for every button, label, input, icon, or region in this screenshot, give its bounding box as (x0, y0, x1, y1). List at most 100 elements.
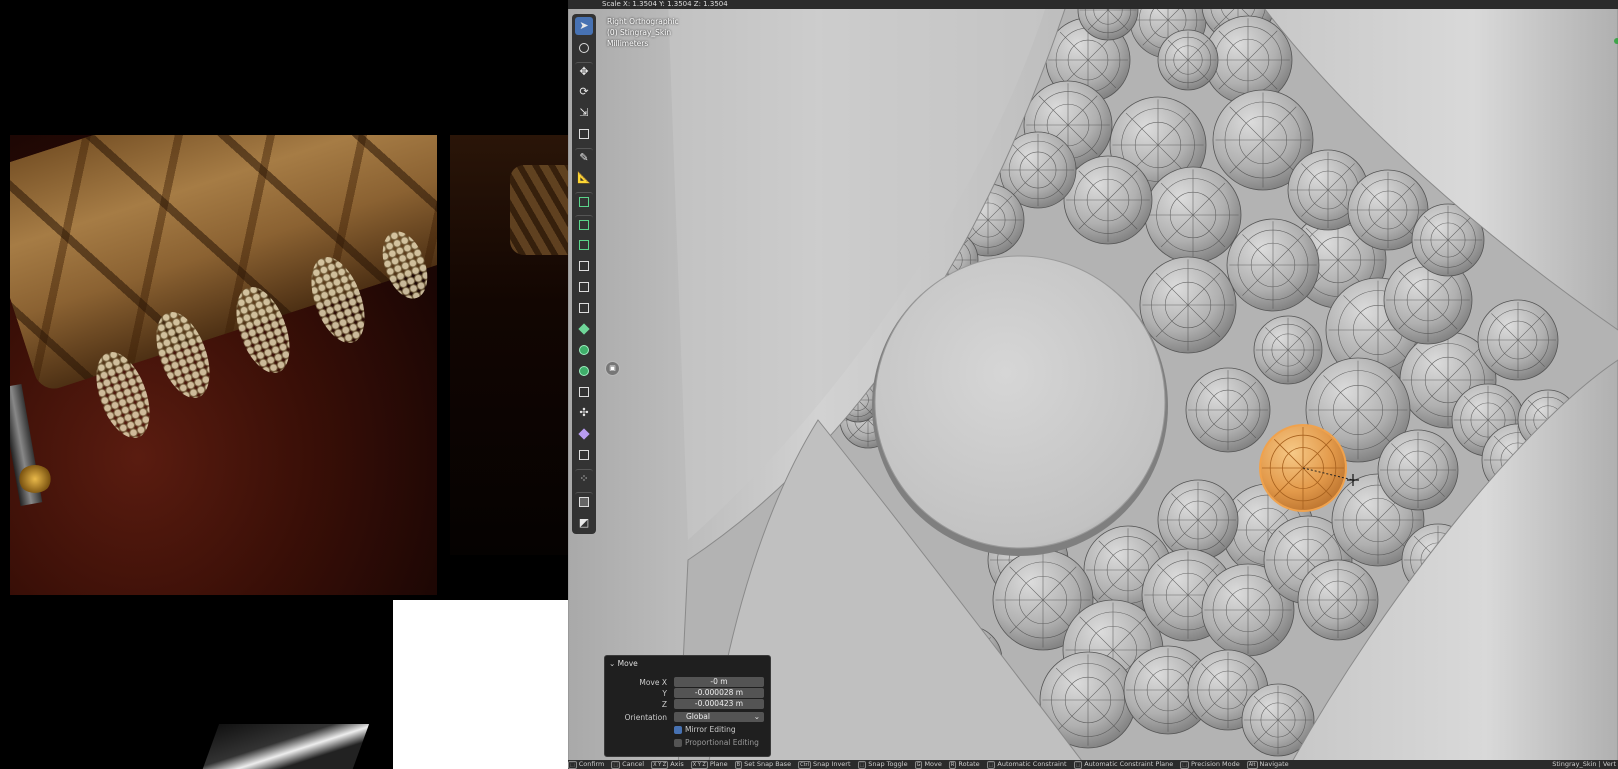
status-hint-label: Snap Toggle (868, 760, 908, 768)
status-hint-label: Set Snap Base (744, 760, 792, 768)
spin-tool-icon[interactable] (575, 341, 593, 359)
blank-reference-area (393, 600, 568, 769)
select-box-tool-icon[interactable]: ➤ (575, 17, 593, 35)
key-hint-icon: Alt (1246, 761, 1258, 769)
status-hint-label: Move (924, 760, 942, 768)
reference-image-panel (0, 0, 568, 769)
to-sphere-tool-icon[interactable]: ⁘ (575, 469, 593, 488)
orientation-row: Orientation Global ⌄ (605, 712, 770, 723)
reference-photo-blade (200, 724, 370, 769)
move-y-field[interactable]: -0.000028 m (674, 688, 764, 698)
move-panel-title[interactable]: ⌄ Move (609, 659, 638, 668)
status-hint: R Rotate (948, 760, 980, 769)
status-hint-label: Automatic Constraint (997, 760, 1067, 768)
menuki-ornament-image (18, 465, 52, 493)
status-hint: B Set Snap Base (734, 760, 792, 769)
central-disc[interactable] (874, 255, 1166, 549)
unit-system: Millimeters (607, 39, 649, 48)
move-z-label: Z (661, 700, 667, 709)
secondary-wrap-image (510, 165, 568, 255)
status-hint: ⬚ Snap Toggle (857, 760, 908, 769)
status-hint-label: Snap Invert (812, 760, 851, 768)
bead-wireframe (1142, 259, 1233, 350)
move-tool-icon[interactable]: ✥ (575, 62, 593, 81)
status-hint: Alt Navigate (1246, 760, 1289, 769)
key-hint-icon: ⬚ (568, 761, 577, 769)
edit-tool-icon[interactable]: ◩ (575, 514, 593, 532)
cursor-tool-icon[interactable] (575, 39, 593, 57)
annotate-tool-icon[interactable]: ✎ (575, 148, 593, 167)
bead-wireframe (1160, 482, 1236, 558)
move-x-field[interactable]: -0 m (674, 677, 764, 687)
orientation-dropdown[interactable]: Global ⌄ (674, 712, 764, 722)
proportional-editing-label: Proportional Editing (685, 738, 759, 747)
status-hint: ⬚ Confirm (568, 760, 605, 769)
status-hint: ⬚ Cancel (611, 760, 645, 769)
key-hint-icon: ⬚ (986, 761, 996, 769)
extrude-tool-icon[interactable] (575, 215, 593, 234)
key-hint-icon: ⬚ (1180, 761, 1189, 769)
knife-tool-icon[interactable] (575, 299, 593, 317)
inset-tool-icon[interactable] (575, 236, 593, 254)
reference-photo-katana-handle (10, 135, 437, 595)
move-operator-panel[interactable]: ⌄ Move Move X -0 m Y -0.000028 m Z -0.00… (604, 655, 771, 757)
key-hint-icon: ⬚ (1073, 761, 1083, 769)
key-hint-icon: X Y Z (690, 761, 708, 769)
status-hint-label: Cancel (622, 760, 645, 768)
gizmo-toggle-icon[interactable]: ▣ (605, 361, 620, 376)
status-hint-label: Rotate (958, 760, 980, 768)
mirror-editing-label: Mirror Editing (685, 725, 736, 734)
status-hints: ⬚ Confirm ⬚ Cancel X Y Z Axis X Y Z Plane B Set S… (568, 760, 1296, 769)
status-hint: Ctrl Snap Invert (798, 760, 851, 769)
move-y-row: Y -0.000028 m (605, 688, 770, 699)
randomize-tool-icon[interactable] (575, 492, 593, 511)
tool-shelf: ➤ ✥ ⟳ ⇲ ✎ 📐 ✣ ⁘ ◩ (572, 14, 596, 534)
transform-readout: Scale X: 1.3504 Y: 1.3504 Z: 1.3504 (602, 0, 728, 8)
navigation-gizmo-dot[interactable] (1614, 38, 1618, 44)
reference-photo-secondary (450, 135, 568, 555)
bead-wireframe (1147, 169, 1238, 260)
proportional-editing-checkbox[interactable] (674, 739, 682, 747)
status-hint: ⬚ Precision Mode (1180, 760, 1240, 769)
3d-viewport[interactable]: Scale X: 1.3504 Y: 1.3504 Z: 1.3504 Righ… (568, 0, 1618, 769)
move-y-label: Y (662, 689, 667, 698)
move-x-row: Move X -0 m (605, 677, 770, 688)
loop-cut-tool-icon[interactable] (575, 278, 593, 296)
rip-tool-icon[interactable] (575, 446, 593, 464)
key-hint-icon: Ctrl (798, 761, 811, 769)
transform-tool-icon[interactable] (575, 125, 593, 143)
rotate-tool-icon[interactable]: ⟳ (575, 83, 593, 101)
status-hint: X Y Z Plane (690, 760, 728, 769)
key-hint-icon: R (948, 761, 957, 769)
status-hint-label: Confirm (578, 760, 605, 768)
status-hint: X Y Z Axis (651, 760, 684, 769)
key-hint-icon: B (734, 761, 743, 769)
status-bar: ⬚ Confirm ⬚ Cancel X Y Z Axis X Y Z Plane B Set S… (568, 760, 1618, 769)
status-hint-label: Navigate (1259, 760, 1289, 768)
measure-tool-icon[interactable]: 📐 (575, 169, 593, 187)
shrink-fatten-tool-icon[interactable]: ✣ (575, 404, 593, 422)
key-hint-icon: X Y Z (651, 761, 669, 769)
poly-build-tool-icon[interactable] (575, 320, 593, 338)
status-hint-label: Precision Mode (1190, 760, 1240, 768)
edge-slide-tool-icon[interactable] (575, 383, 593, 401)
add-cube-tool-icon[interactable] (575, 192, 593, 211)
scale-tool-icon[interactable]: ⇲ (575, 104, 593, 122)
smooth-tool-icon[interactable] (575, 362, 593, 380)
key-hint-icon: ⬚ (857, 761, 867, 769)
status-hint: ⬚ Automatic Constraint (986, 760, 1067, 769)
status-hint-label: Automatic Constraint Plane (1084, 760, 1174, 768)
status-hint: G Move (914, 760, 942, 769)
bevel-tool-icon[interactable] (575, 257, 593, 275)
orientation-value: Global (686, 712, 710, 721)
status-hint-label: Axis (670, 760, 684, 768)
active-object-name: (0) Stingray_Skin (607, 28, 672, 37)
bead-wireframe (1480, 302, 1556, 378)
viewport-info-overlay: Right Orthographic (0) Stingray_Skin Mil… (607, 16, 679, 49)
move-z-field[interactable]: -0.000423 m (674, 699, 764, 709)
chevron-down-icon: ⌄ (753, 712, 760, 721)
move-x-label: Move X (639, 678, 667, 687)
shear-tool-icon[interactable] (575, 425, 593, 443)
bead-wireframe (1256, 318, 1321, 383)
mirror-editing-checkbox[interactable] (674, 726, 682, 734)
